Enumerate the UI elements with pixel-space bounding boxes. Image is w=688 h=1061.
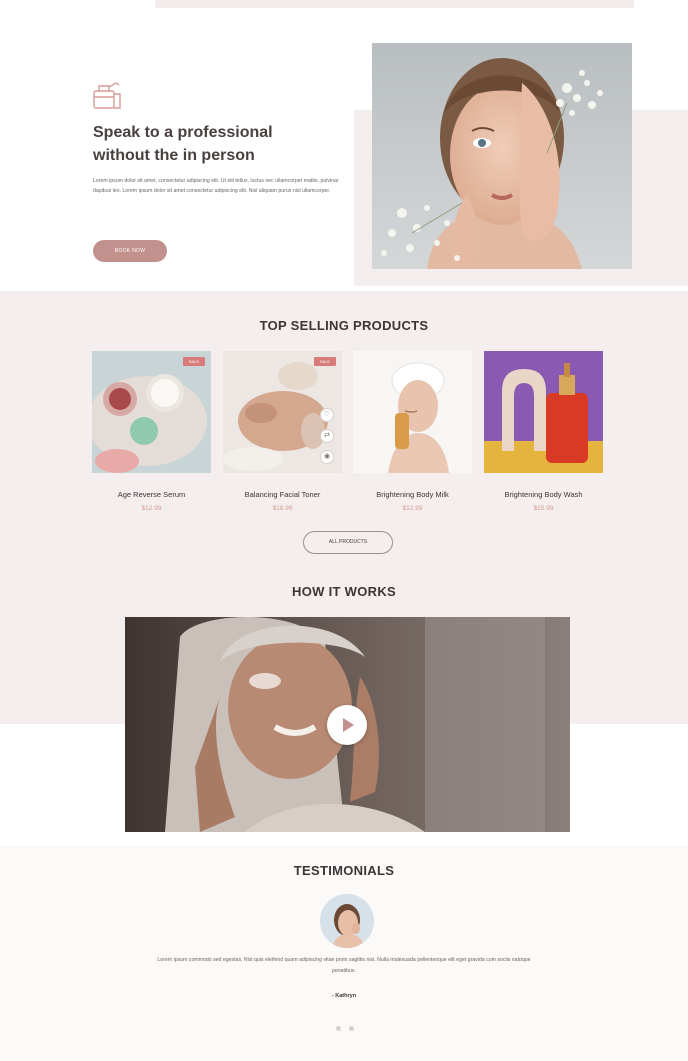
product-card-image[interactable]: SALE: [92, 351, 211, 473]
product-price: $18.99: [272, 505, 293, 512]
product-price: $12.99: [402, 505, 423, 512]
sale-badge: SALE: [314, 357, 336, 366]
hero-body-text: Lorem ipsum dolor sit amet, consectetur …: [93, 178, 339, 194]
testimonial-author: - Kathryn: [331, 993, 357, 999]
testimonial-quote: Lorem ipsum commodo sed egestas. Nisl qu…: [157, 957, 531, 974]
all-products-button[interactable]: ALL PRODUCTS: [303, 531, 393, 554]
play-icon[interactable]: [327, 705, 367, 745]
product-name[interactable]: Age Reverse Serum: [92, 490, 211, 499]
top-strip: [155, 0, 634, 8]
spray-bottle-icon: [93, 82, 121, 109]
compare-icon[interactable]: ⇄: [320, 429, 334, 443]
product-name[interactable]: Brightening Body Milk: [353, 490, 472, 499]
carousel-dot[interactable]: [336, 1026, 341, 1031]
top-selling-heading: TOP SELLING PRODUCTS: [259, 318, 429, 333]
carousel-dots: [336, 1026, 360, 1032]
carousel-dot[interactable]: [349, 1026, 354, 1031]
quick-view-icon[interactable]: ◉: [320, 450, 334, 464]
product-quick-actions: ♡ ⇄ ◉: [320, 408, 336, 471]
testimonials-heading: TESTIMONIALS: [293, 863, 395, 878]
how-it-works-heading: HOW IT WORKS: [292, 584, 396, 599]
product-price: $15.99: [533, 505, 554, 512]
hero-portrait-image: [372, 43, 632, 269]
product-card-image[interactable]: [353, 351, 472, 473]
product-name[interactable]: Brightening Body Wash: [484, 490, 603, 499]
product-card-image[interactable]: [484, 351, 603, 473]
wishlist-icon[interactable]: ♡: [320, 408, 334, 422]
product-price: $12.99: [141, 505, 162, 512]
book-now-button[interactable]: BOOK NOW: [93, 240, 167, 262]
hero-title: Speak to a professional without the in p…: [93, 124, 273, 164]
product-name[interactable]: Balancing Facial Toner: [223, 490, 342, 499]
sale-badge: SALE: [183, 357, 205, 366]
avatar: [320, 894, 374, 948]
